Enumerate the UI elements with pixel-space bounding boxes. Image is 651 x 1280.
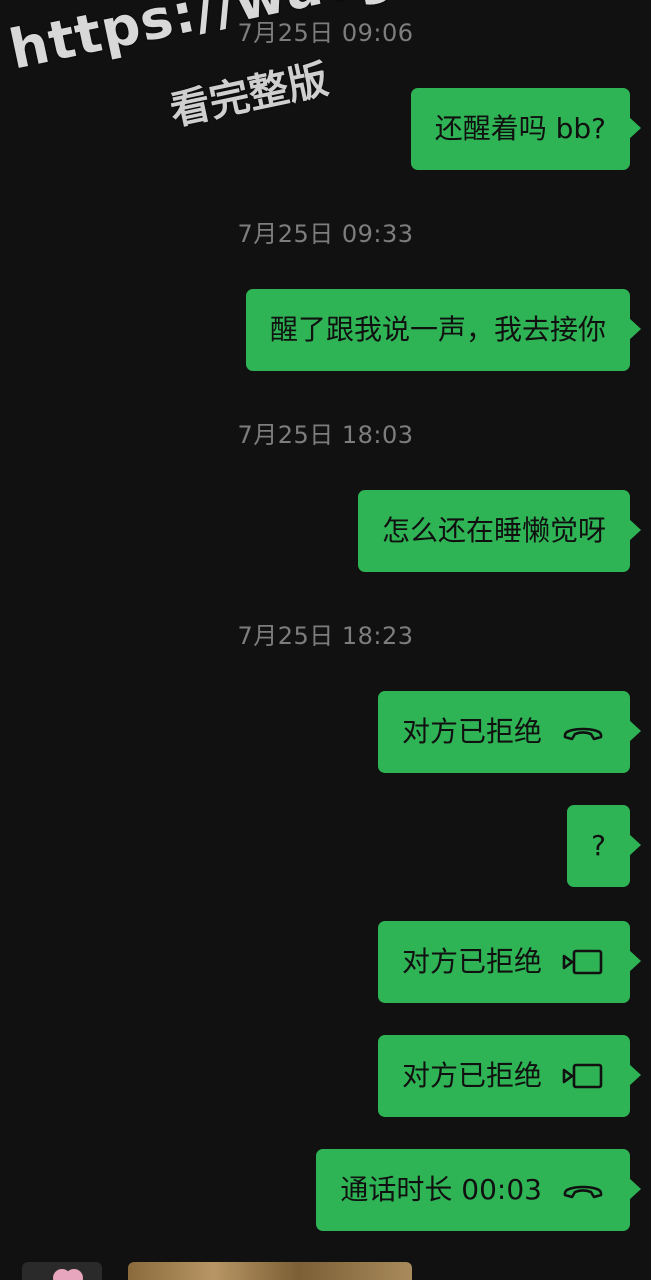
call-status-text: 通话时长 00:03 xyxy=(340,1173,542,1206)
timestamp: 7月25日 09:06 xyxy=(237,19,414,47)
watermark-subtitle: 看完整版 xyxy=(166,56,333,135)
message-text: ? xyxy=(591,829,606,862)
message-bubble[interactable]: ? xyxy=(567,805,641,887)
image-thumbnail[interactable] xyxy=(128,1262,412,1280)
call-record-bubble[interactable]: 对方已拒绝 xyxy=(377,921,642,1003)
timestamp: 7月25日 18:23 xyxy=(237,622,414,650)
message-bubble[interactable]: 醒了跟我说一声，我去接你 xyxy=(245,289,642,371)
timestamp: 7月25日 09:33 xyxy=(237,220,414,248)
avatar-heart-icon xyxy=(53,1269,83,1280)
message-text: 怎么还在睡懒觉呀 xyxy=(381,514,606,547)
video-call-icon xyxy=(560,1061,606,1091)
call-status-text: 对方已拒绝 xyxy=(401,715,542,748)
chat-screen: 7月25日 09:06 还醒着吗 bb? 7月25日 09:33 醒了跟我说一声… xyxy=(0,0,651,1280)
call-status-text: 对方已拒绝 xyxy=(401,1059,542,1092)
phone-hangup-svg xyxy=(563,1185,603,1199)
call-record-bubble[interactable]: 通话时长 00:03 xyxy=(316,1149,641,1231)
message-bubble[interactable]: 怎么还在睡懒觉呀 xyxy=(357,490,642,572)
message-bubble[interactable]: 还醒着吗 bb? xyxy=(410,88,642,170)
video-call-svg xyxy=(562,1063,603,1089)
video-call-svg xyxy=(562,949,603,975)
video-call-icon xyxy=(560,947,606,977)
message-text: 醒了跟我说一声，我去接你 xyxy=(269,313,606,346)
call-record-bubble[interactable]: 对方已拒绝 xyxy=(377,691,642,773)
timestamp: 7月25日 18:03 xyxy=(237,421,414,449)
phone-hangup-icon xyxy=(560,1175,606,1205)
call-status-text: 对方已拒绝 xyxy=(401,945,542,978)
phone-hangup-svg xyxy=(563,727,603,741)
message-text: 还醒着吗 bb? xyxy=(434,112,606,145)
avatar[interactable] xyxy=(22,1262,102,1280)
call-record-bubble[interactable]: 对方已拒绝 xyxy=(377,1035,642,1117)
phone-hangup-icon xyxy=(560,717,606,747)
